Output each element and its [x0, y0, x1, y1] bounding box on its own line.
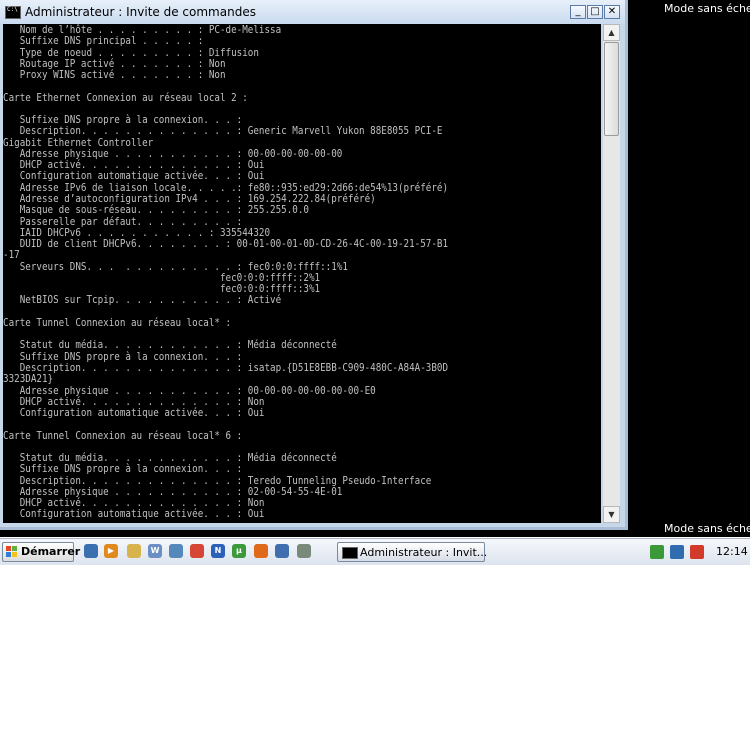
- explorer-folder-icon[interactable]: [127, 544, 141, 558]
- console-line: DUID de client DHCPv6. . . . . . . . : 0…: [3, 237, 449, 251]
- start-label: Démarrer: [21, 545, 81, 558]
- vertical-scrollbar[interactable]: ▲ ▼: [603, 24, 620, 523]
- system-tray: 12:14: [644, 541, 748, 563]
- scroll-down-arrow-icon[interactable]: ▼: [603, 506, 620, 523]
- thunderbird-icon[interactable]: [275, 544, 289, 558]
- clock[interactable]: 12:14: [716, 545, 748, 558]
- onenote-icon[interactable]: N: [211, 544, 225, 558]
- safety-icon[interactable]: [650, 545, 664, 559]
- console-line: Carte Tunnel Connexion au réseau local* …: [3, 428, 243, 442]
- network-icon[interactable]: [670, 545, 684, 559]
- wordpad-icon[interactable]: W: [148, 544, 162, 558]
- console-lines: Nom de l’hôte . . . . . . . . . : PC-de-…: [3, 24, 533, 520]
- close-button[interactable]: ✕: [604, 5, 620, 19]
- taskbar-button-command-prompt[interactable]: Administrateur : Invit...: [337, 542, 488, 562]
- volume-muted-icon[interactable]: [690, 545, 704, 559]
- scroll-up-arrow-icon[interactable]: ▲: [603, 24, 620, 41]
- scrollbar-thumb[interactable]: [604, 42, 619, 136]
- console-line: Proxy WINS activé . . . . . . . : Non: [3, 68, 226, 82]
- console-line: Configuration automatique activée. . . :…: [3, 406, 265, 420]
- taskbar-button-label: Administrateur : Invit...: [360, 546, 488, 559]
- show-desktop-icon[interactable]: [84, 544, 98, 558]
- desktop-background: Mode sans échec Mode sans échec Administ…: [0, 0, 750, 537]
- console-line: Configuration automatique activée. . . :…: [3, 507, 265, 521]
- media-player-icon[interactable]: ▶: [104, 544, 118, 558]
- console-line: NetBIOS sur Tcpip. . . . . . . . . . . :…: [3, 293, 282, 307]
- windows-logo-icon: [6, 546, 18, 558]
- minimize-button[interactable]: _: [570, 5, 586, 19]
- taskbar: Démarrer ▶ W Nµ Administrateur : Invit... …: [0, 538, 750, 565]
- cmd-icon: [5, 6, 21, 19]
- console-line: Description. . . . . . . . . . . . . . :…: [3, 360, 449, 374]
- tool-icon[interactable]: [297, 544, 311, 558]
- globe-icon[interactable]: [169, 544, 183, 558]
- start-button[interactable]: Démarrer: [2, 542, 80, 562]
- firefox-icon[interactable]: [254, 544, 268, 558]
- maximize-button[interactable]: □: [587, 5, 603, 19]
- command-prompt-window[interactable]: Administrateur : Invite de commandes _ □…: [0, 0, 628, 530]
- safe-mode-label-bottom: Mode sans échec: [664, 522, 750, 535]
- window-title: Administrateur : Invite de commandes: [25, 5, 256, 19]
- console-line: Carte Tunnel Connexion au réseau local* …: [3, 315, 232, 329]
- safe-mode-label-top: Mode sans échec: [664, 2, 750, 15]
- window-titlebar[interactable]: Administrateur : Invite de commandes _ □…: [0, 0, 625, 24]
- chrome-icon[interactable]: [190, 544, 204, 558]
- utorrent-icon[interactable]: µ: [232, 544, 246, 558]
- console-output[interactable]: Nom de l’hôte . . . . . . . . . : PC-de-…: [3, 24, 601, 523]
- console-line: Carte Ethernet Connexion au réseau local…: [3, 90, 248, 104]
- cmd-icon: [342, 547, 358, 559]
